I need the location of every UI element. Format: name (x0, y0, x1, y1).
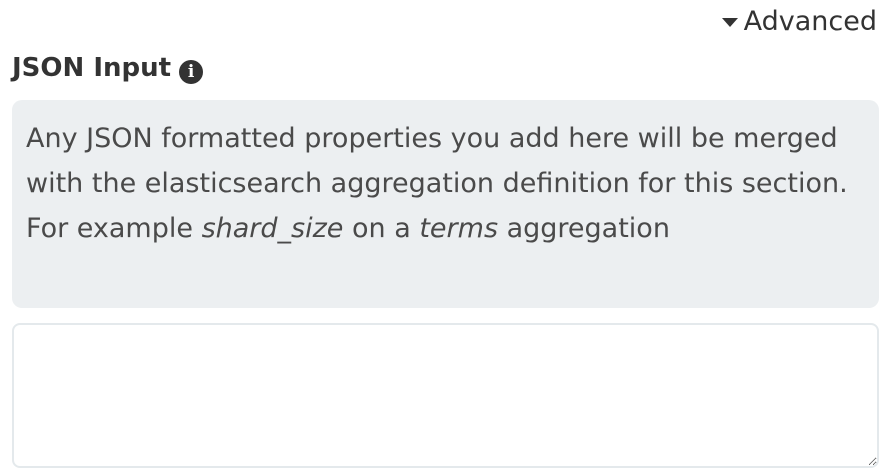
help-text-part3: aggregation (498, 213, 670, 244)
advanced-toggle[interactable]: Advanced (721, 6, 877, 37)
caret-down-icon (721, 18, 738, 27)
json-input-label-row: JSON Input i (12, 52, 204, 84)
json-input-help-text: Any JSON formatted properties you add he… (12, 100, 879, 308)
advanced-label: Advanced (743, 6, 877, 37)
help-text-shard-size: shard_size (201, 213, 344, 244)
help-text-part2: on a (343, 213, 420, 244)
json-input-label: JSON Input (12, 53, 172, 83)
help-text-terms: terms (419, 213, 499, 244)
info-icon[interactable]: i (179, 60, 204, 84)
json-input-textarea[interactable] (12, 323, 879, 468)
